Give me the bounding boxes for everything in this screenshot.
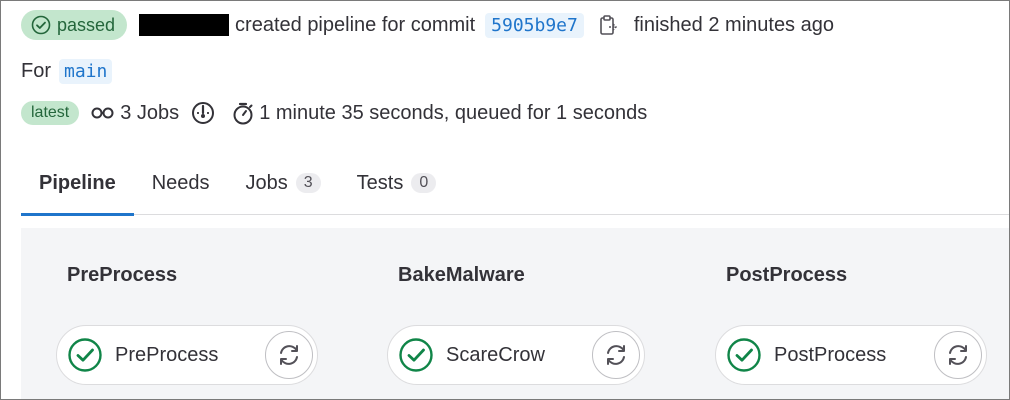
latest-badge: latest xyxy=(21,101,80,125)
tab-label: Pipeline xyxy=(39,171,116,194)
tab-pipeline[interactable]: Pipeline xyxy=(21,151,134,216)
retry-icon xyxy=(949,345,967,365)
tab-label: Needs xyxy=(151,171,210,194)
status-badge[interactable]: passed xyxy=(21,10,128,40)
author-name-redacted xyxy=(139,14,230,36)
jobs-count: 3 Jobs xyxy=(91,102,179,125)
job-item[interactable]: ScareCrow xyxy=(387,325,645,385)
tab-count-badge: 3 xyxy=(295,173,321,193)
gauge-icon xyxy=(192,102,215,124)
finished-text: finished 2 minutes ago xyxy=(633,13,834,36)
commit-sha-link[interactable]: 5905b9e7 xyxy=(485,12,584,38)
tab-count-badge: 0 xyxy=(411,173,437,193)
retry-button[interactable] xyxy=(265,331,313,379)
job-item[interactable]: PreProcess xyxy=(56,325,318,385)
job-status-icon xyxy=(398,337,434,373)
pipeline-header: passed created pipeline for commit 5905b… xyxy=(21,7,834,43)
ref-prefix: For xyxy=(21,59,51,82)
stopwatch-icon xyxy=(233,102,253,125)
tab-tests[interactable]: Tests 0 xyxy=(339,151,455,215)
check-circle-icon xyxy=(68,338,102,372)
compute-usage-indicator xyxy=(191,101,220,125)
tab-label: Jobs xyxy=(245,171,288,194)
duration: 1 minute 35 seconds, queued for 1 second… xyxy=(232,101,647,125)
job-status-icon xyxy=(726,337,762,373)
check-circle-icon xyxy=(31,15,51,35)
pipeline-page: passed created pipeline for commit 5905b… xyxy=(0,0,1010,400)
tab-needs[interactable]: Needs xyxy=(134,151,228,215)
retry-icon xyxy=(280,345,298,365)
clipboard-icon xyxy=(600,15,617,35)
pipeline-graph: PreProcess PreProcess BakeMalware ScareC… xyxy=(21,228,1009,399)
status-badge-label: passed xyxy=(57,14,116,35)
stage-title: PreProcess xyxy=(67,264,178,286)
tab-label: Tests xyxy=(356,171,404,194)
stage-title: PostProcess xyxy=(726,264,848,286)
ref-row: For main xyxy=(21,57,113,85)
created-text: created pipeline for commit xyxy=(235,13,476,36)
tab-jobs[interactable]: Jobs 3 xyxy=(228,151,339,215)
retry-button[interactable] xyxy=(934,331,982,379)
jobs-count-text: 3 Jobs xyxy=(120,101,180,124)
pipeline-meta: latest 3 Jobs 1 minute 35 seconds, queue… xyxy=(21,99,647,127)
duration-text: 1 minute 35 seconds, queued for 1 second… xyxy=(259,101,648,124)
pipeline-tabs: Pipeline Needs Jobs 3 Tests 0 xyxy=(21,151,1009,216)
retry-icon xyxy=(607,345,625,365)
job-item[interactable]: PostProcess xyxy=(715,325,987,385)
branch-link[interactable]: main xyxy=(59,58,113,84)
copy-commit-button[interactable] xyxy=(598,14,618,36)
retry-button[interactable] xyxy=(592,331,640,379)
job-status-icon xyxy=(67,337,103,373)
pipeline-jobs-icon xyxy=(91,107,114,119)
stage-title: BakeMalware xyxy=(398,264,525,286)
check-circle-icon xyxy=(727,338,761,372)
check-circle-icon xyxy=(399,338,433,372)
